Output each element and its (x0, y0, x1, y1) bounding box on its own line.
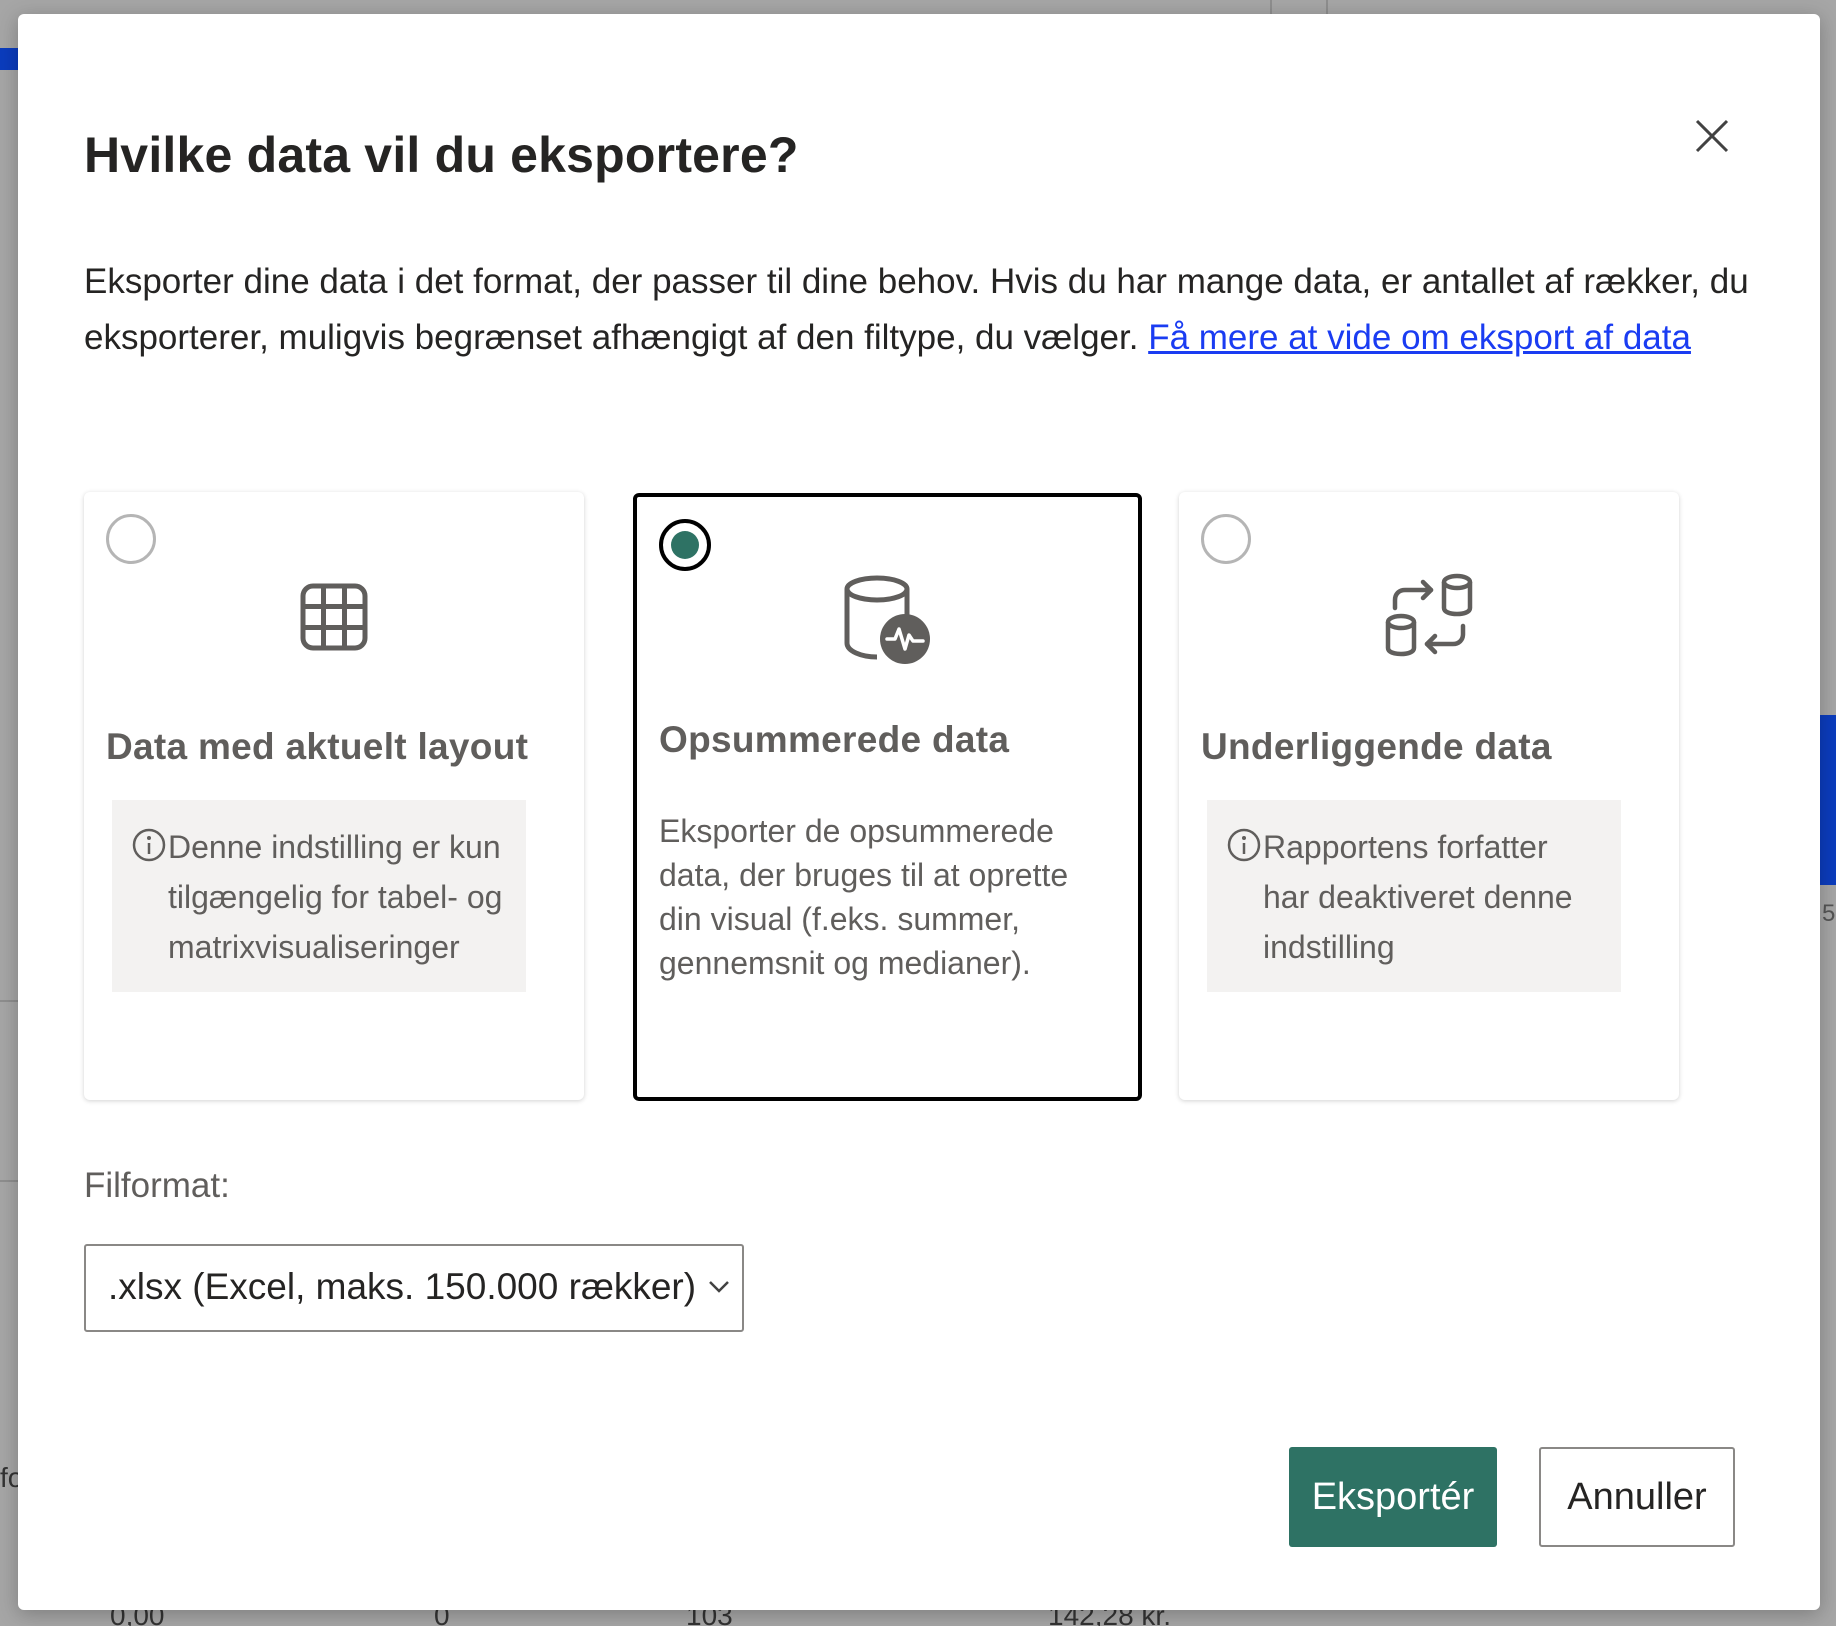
option-note-text: Denne indstilling er kun tilgængelig for… (168, 829, 503, 965)
file-format-selected: .xlsx (Excel, maks. 150.000 rækker) (108, 1266, 697, 1307)
chevron-down-icon (709, 1281, 729, 1293)
background-divider (0, 1180, 18, 1182)
table-icon (300, 583, 368, 651)
option-card-summarized[interactable]: Opsummerede data Eksporter de opsummered… (633, 493, 1142, 1101)
file-format-dropdown[interactable]: .xlsx (Excel, maks. 150.000 rækker) (84, 1244, 744, 1332)
option-title: Underliggende data (1201, 726, 1552, 767)
option-title: Opsummerede data (659, 719, 1010, 760)
option-description: Eksporter de opsummerede data, der bruge… (659, 813, 1069, 981)
option-title: Data med aktuelt layout (106, 726, 529, 767)
learn-more-link[interactable]: Få mere at vide om eksport af data (1148, 318, 1691, 357)
radio-current-layout[interactable] (106, 514, 156, 564)
option-note: Rapportens forfatter har deaktiveret den… (1207, 800, 1621, 992)
file-format-label: Filformat: (84, 1166, 230, 1205)
close-icon (1695, 119, 1729, 153)
dialog-description: Eksporter dine data i det format, der pa… (84, 254, 1764, 366)
option-card-current-layout[interactable]: Data med aktuelt layout Denne indstillin… (84, 492, 584, 1100)
close-button[interactable] (1686, 110, 1738, 162)
option-note-text: Rapportens forfatter har deaktiveret den… (1263, 829, 1573, 965)
database-activity-icon (844, 575, 930, 664)
dialog-title: Hvilke data vil du eksportere? (84, 127, 799, 183)
option-note: Denne indstilling er kun tilgængelig for… (112, 800, 526, 992)
export-data-dialog: Hvilke data vil du eksportere? Eksporter… (18, 14, 1820, 1610)
radio-summarized[interactable] (659, 519, 711, 571)
background-accent-bar (0, 48, 18, 70)
background-chart-bar (1820, 715, 1836, 885)
database-transfer-icon (1385, 573, 1473, 657)
info-icon (1227, 828, 1261, 862)
info-icon (132, 828, 166, 862)
export-button[interactable]: Eksportér (1289, 1447, 1497, 1547)
background-divider (0, 1000, 18, 1002)
radio-underlying[interactable] (1201, 514, 1251, 564)
option-card-underlying[interactable]: Underliggende data Rapportens forfatter … (1179, 492, 1679, 1100)
background-text: 5 (1822, 900, 1836, 927)
cancel-button[interactable]: Annuller (1539, 1447, 1735, 1547)
